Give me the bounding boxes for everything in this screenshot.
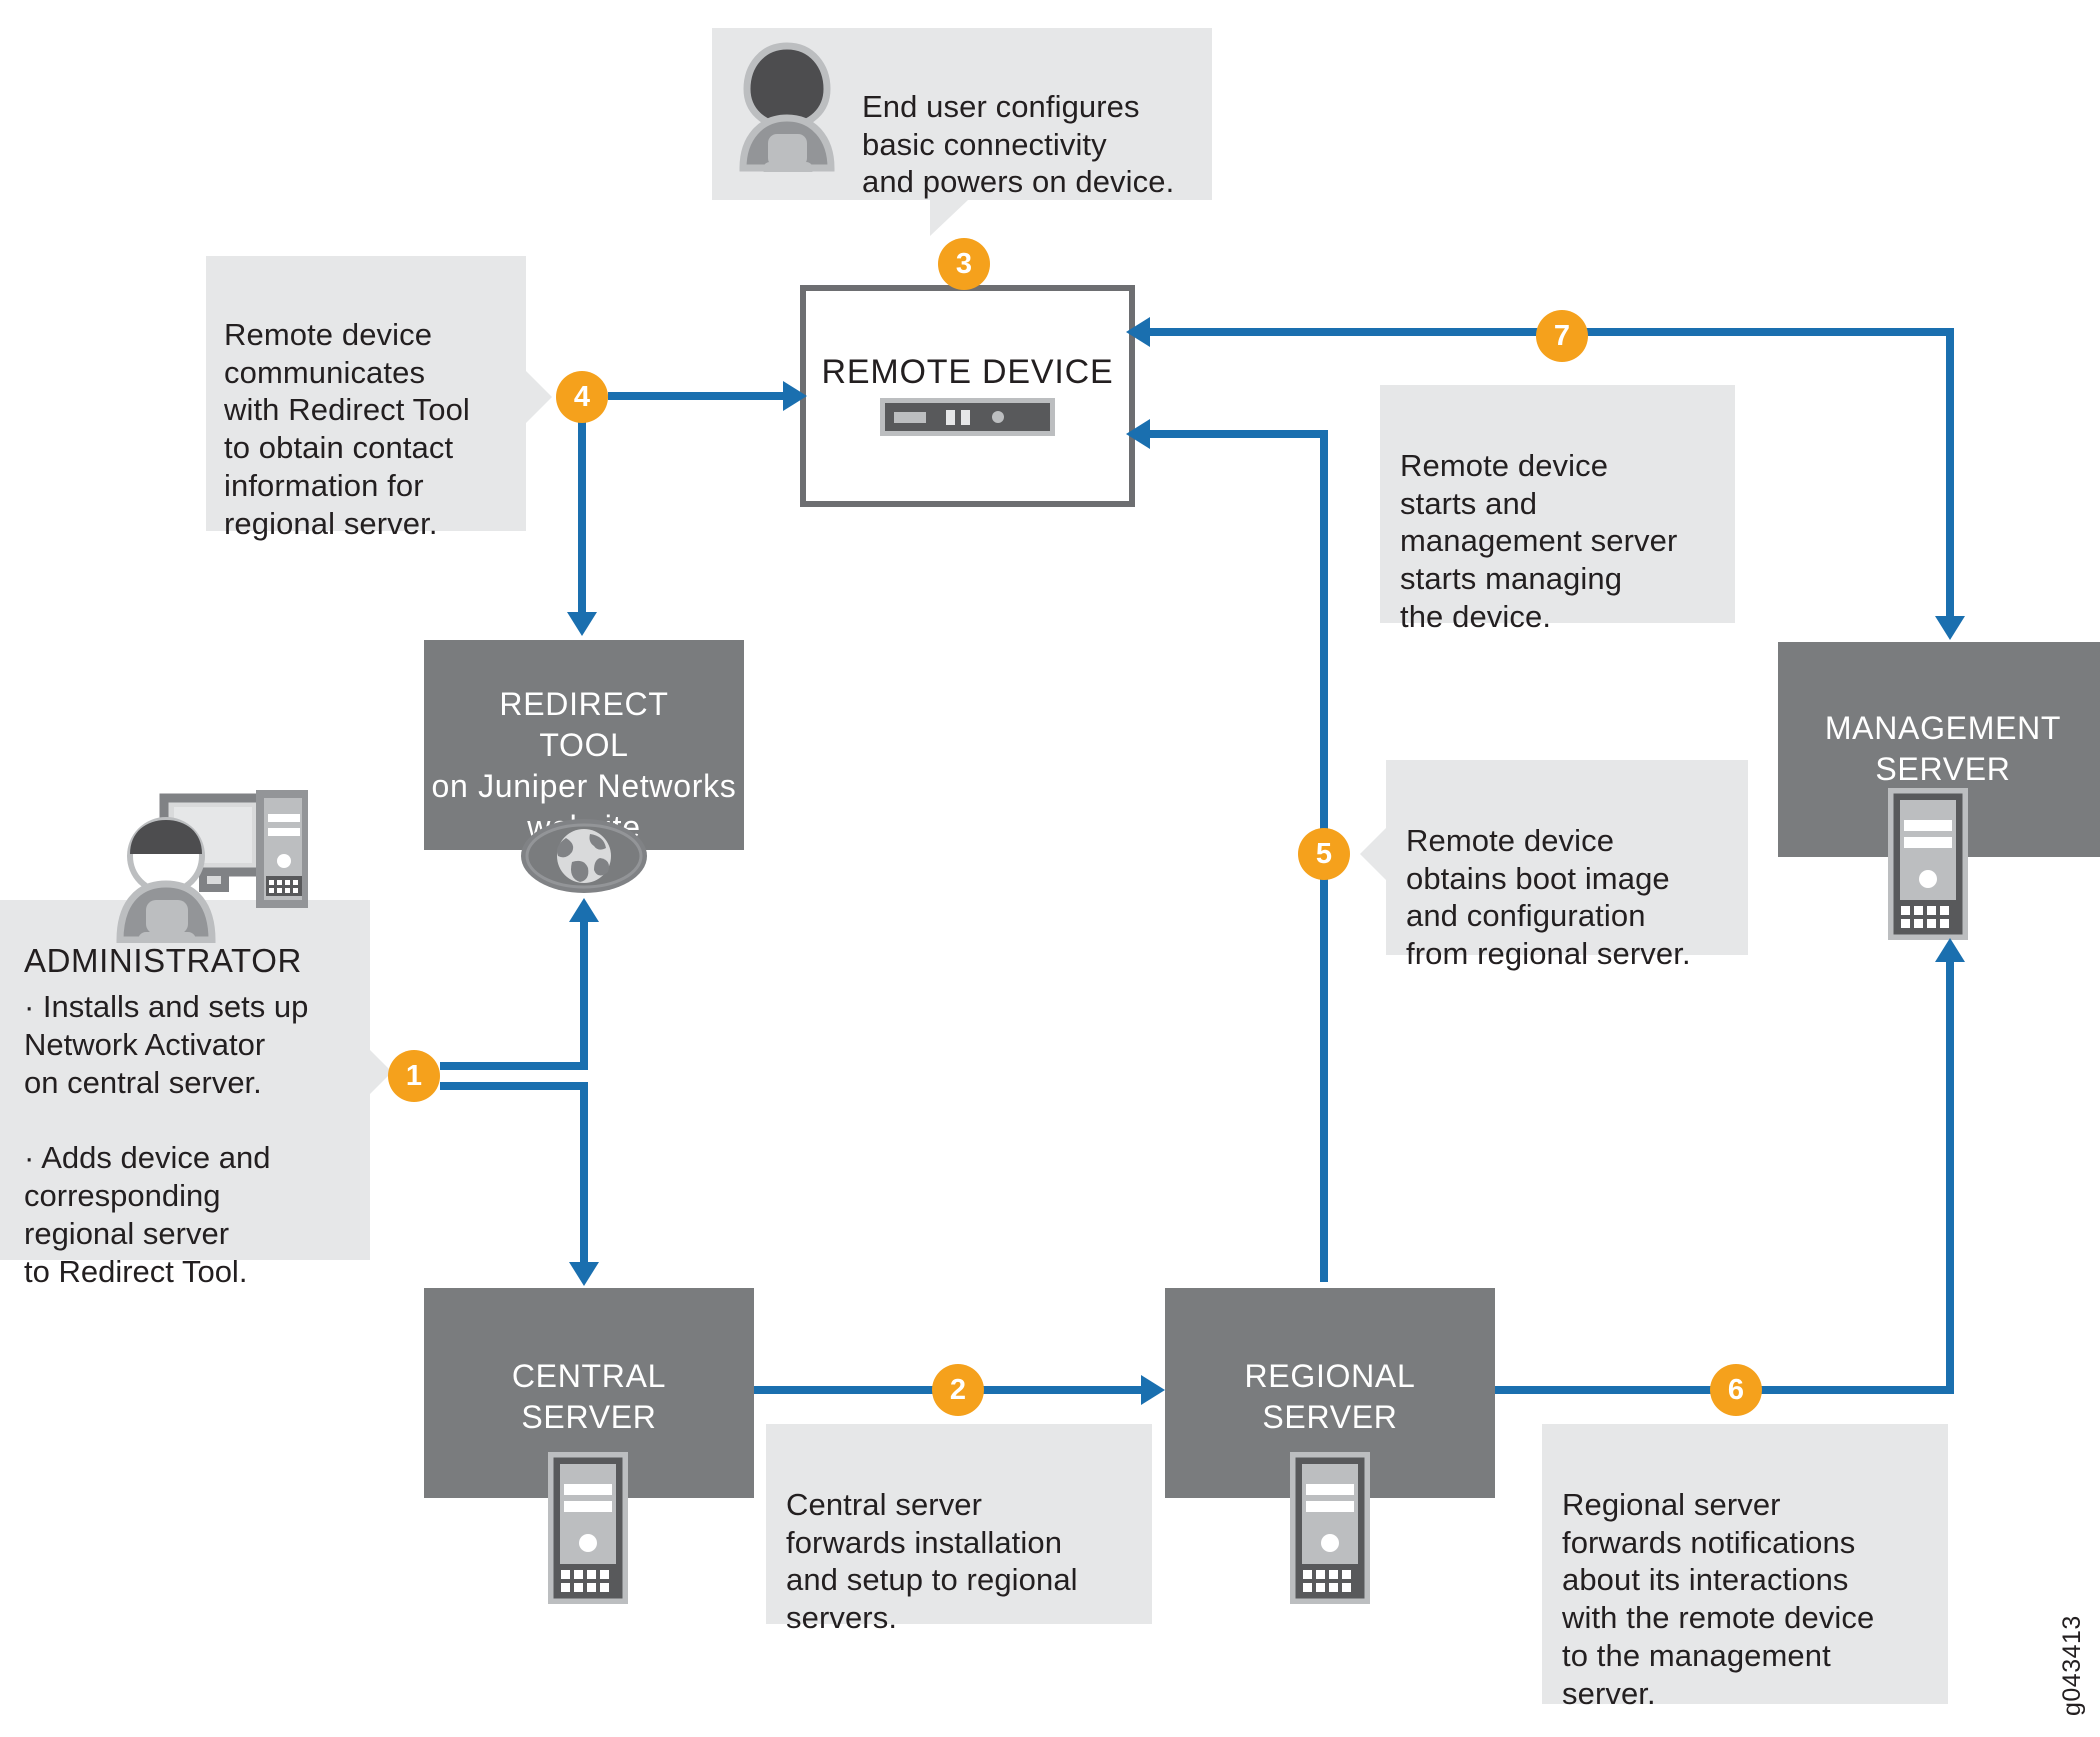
callout-boot-image-text: Remote device obtains boot image and con… [1406,822,1691,972]
callout-end-user-tail [930,200,968,236]
node-central-server-label: CENTRAL SERVER [511,1358,667,1435]
callout-boot-image-tail [1360,828,1386,880]
callout-redirect-contact-text: Remote device communicates with Redirect… [224,316,470,541]
administrator-title: ADMINISTRATOR [24,942,302,979]
line-step6-vertical [1946,960,1954,1390]
badge-step-2-label: 2 [949,1374,967,1406]
arrow-step1-to-central-server [569,1262,599,1286]
administrator-workstation-icon [116,790,308,943]
badge-step-7: 7 [1536,310,1588,362]
badge-step-5-label: 5 [1315,838,1333,870]
callout-regional-notifications: Regional server forwards notifications a… [1542,1424,1948,1711]
administrator-bullets: · Installs and sets up Network Activator… [24,989,309,1289]
callout-management-starts: Remote device starts and management serv… [1380,385,1735,634]
badge-step-7-label: 7 [1553,320,1571,352]
badge-step-6: 6 [1710,1364,1762,1416]
badge-step-1-label: 1 [405,1060,423,1092]
line-step1-to-redirect-tool-vertical [580,920,588,1070]
line-step1-to-central-server-vertical [580,1082,588,1268]
node-management-server-label: MANAGEMENT SERVER [1824,710,2062,787]
line-step1-upper-horizontal [440,1062,588,1070]
callout-redirect-contact: Remote device communicates with Redirect… [206,256,526,541]
figure-id: g043413 [2058,1615,2086,1716]
node-remote-device-label: REMOTE DEVICE [821,353,1114,391]
arrow-step7-to-remote-device [1126,317,1150,347]
line-step4-to-remote-device [608,392,783,400]
badge-step-1: 1 [388,1050,440,1102]
server-tower-icon-management [1888,788,1968,940]
server-tower-icon-regional [1290,1452,1370,1604]
line-step5-horizontal [1150,430,1328,438]
badge-step-6-label: 6 [1727,1374,1745,1406]
badge-step-3: 3 [938,238,990,290]
globe-icon [521,819,647,893]
arrow-step4-to-remote-device [783,381,807,411]
line-step4-down-segment [578,400,586,618]
line-step1-lower-horizontal [440,1082,588,1090]
badge-step-3-label: 3 [955,248,973,280]
node-regional-server-label: REGIONAL SERVER [1244,1358,1416,1435]
callout-redirect-contact-tail [526,371,552,423]
badge-step-4-label: 4 [573,381,591,413]
arrow-step6-to-management-server [1935,938,1965,962]
badge-step-5: 5 [1298,828,1350,880]
badge-step-2: 2 [932,1364,984,1416]
arrow-step2-to-regional-server [1141,1375,1165,1405]
callout-regional-notifications-text: Regional server forwards notifications a… [1562,1486,1875,1711]
callout-central-forwards: Central server forwards installation and… [766,1424,1152,1635]
network-device-icon [880,398,1055,436]
arrow-step7-to-management-server [1935,616,1965,640]
arrow-step1-to-redirect-tool [569,898,599,922]
arrow-step5-to-remote-device [1126,419,1150,449]
node-remote-device: REMOTE DEVICE [800,285,1135,507]
callout-central-forwards-text: Central server forwards installation and… [786,1486,1078,1636]
badge-step-4: 4 [556,371,608,423]
end-user-icon [739,42,835,172]
line-step7-vertical-down-to-mgmt [1946,328,1954,622]
callout-end-user-text: End user configures basic connectivity a… [862,88,1175,200]
ztp-workflow-diagram: End user configures basic connectivity a… [0,0,2100,1737]
callout-management-starts-text: Remote device starts and management serv… [1400,447,1678,635]
server-tower-icon-central [548,1452,628,1604]
callout-boot-image: Remote device obtains boot image and con… [1386,760,1748,971]
arrow-step4-to-redirect-tool [567,612,597,636]
